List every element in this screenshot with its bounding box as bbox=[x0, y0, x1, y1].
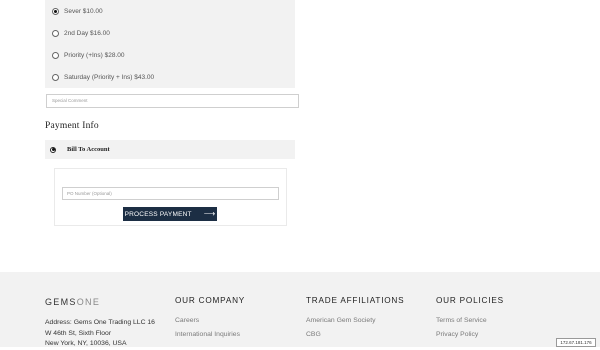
shipping-option-label: Priority (+Ins) $28.00 bbox=[64, 51, 125, 59]
radio-selected-icon[interactable] bbox=[50, 146, 56, 153]
payment-details-panel: PROCESS PAYMENT ⟶ bbox=[54, 168, 287, 226]
arrow-right-icon: ⟶ bbox=[203, 209, 216, 218]
footer-link-privacy-policy[interactable]: Privacy Policy bbox=[436, 331, 478, 339]
process-payment-label: PROCESS PAYMENT bbox=[124, 210, 192, 218]
footer-heading-trade-affiliations: TRADE AFFILIATIONS bbox=[306, 296, 405, 305]
address-line: Address: Gems One Trading LLC 16 bbox=[45, 319, 155, 326]
shipping-option-saturday[interactable]: Saturday (Priority + Ins) $43.00 bbox=[52, 70, 154, 84]
footer-link-terms-of-service[interactable]: Terms of Service bbox=[436, 317, 487, 325]
radio-icon[interactable] bbox=[52, 73, 59, 81]
shipping-option-label: Saturday (Priority + Ins) $43.00 bbox=[64, 73, 155, 81]
po-number-input[interactable] bbox=[62, 187, 279, 200]
footer-link-cbg[interactable]: CBG bbox=[306, 331, 321, 339]
gems-one-logo[interactable]: GEMSONE bbox=[45, 297, 100, 307]
process-payment-button[interactable]: PROCESS PAYMENT ⟶ bbox=[123, 207, 217, 221]
ip-address-badge: 172.67.181.176 bbox=[556, 338, 596, 347]
footer-heading-our-company: OUR COMPANY bbox=[175, 296, 246, 305]
payment-method-bill-to-account[interactable]: Bill To Account bbox=[45, 140, 295, 159]
logo-text-part1: GEMS bbox=[45, 297, 77, 307]
radio-selected-icon[interactable] bbox=[52, 7, 59, 15]
footer-link-american-gem-society[interactable]: American Gem Society bbox=[306, 317, 376, 325]
shipping-option-2nd-day[interactable]: 2nd Day $16.00 bbox=[52, 26, 110, 40]
footer-link-careers[interactable]: Careers bbox=[175, 317, 199, 325]
site-footer: GEMSONE Address: Gems One Trading LLC 16… bbox=[0, 272, 600, 347]
radio-icon[interactable] bbox=[52, 29, 59, 37]
footer-link-international-inquiries[interactable]: International Inquiries bbox=[175, 331, 240, 339]
company-address: Address: Gems One Trading LLC 16 W 46th … bbox=[45, 318, 155, 350]
shipping-option-label: Sever $10.00 bbox=[64, 7, 103, 15]
payment-method-label: Bill To Account bbox=[67, 146, 110, 153]
footer-heading-our-policies: OUR POLICIES bbox=[436, 296, 504, 305]
shipping-option-sever[interactable]: Sever $10.00 bbox=[52, 4, 103, 18]
address-line: W 46th St, Sixth Floor bbox=[45, 329, 112, 337]
shipping-options-panel: Sever $10.00 2nd Day $16.00 Priority (+I… bbox=[45, 0, 295, 88]
special-comment-input[interactable] bbox=[46, 94, 299, 108]
shipping-option-label: 2nd Day $16.00 bbox=[64, 29, 110, 37]
payment-info-heading: Payment Info bbox=[45, 121, 99, 131]
address-line: New York, NY, 10036, USA bbox=[45, 340, 127, 347]
radio-icon[interactable] bbox=[52, 51, 59, 59]
shipping-option-priority[interactable]: Priority (+Ins) $28.00 bbox=[52, 48, 125, 62]
logo-text-part2: ONE bbox=[76, 297, 101, 307]
